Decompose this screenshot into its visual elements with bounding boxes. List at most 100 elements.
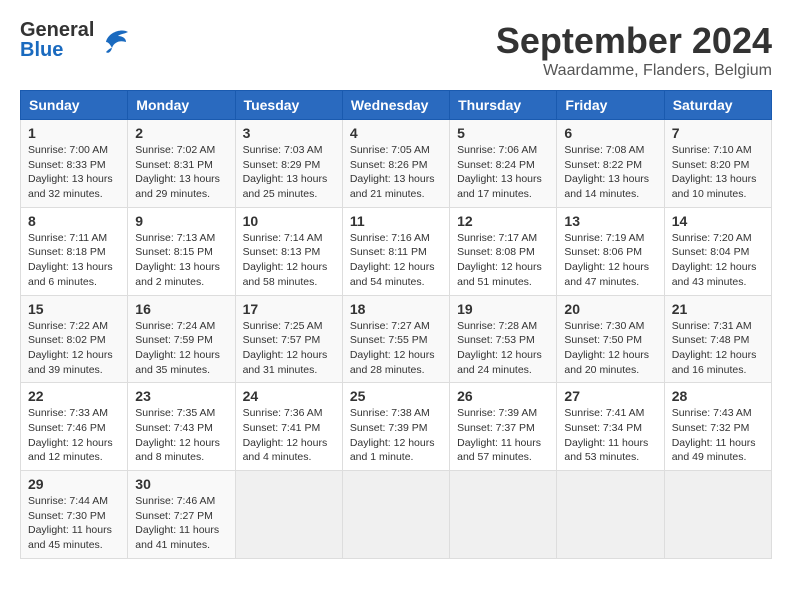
day-info: Sunrise: 7:33 AM Sunset: 7:46 PM Dayligh…	[28, 406, 120, 465]
sunrise-label: Sunrise: 7:28 AM	[457, 320, 537, 332]
day-info: Sunrise: 7:30 AM Sunset: 7:50 PM Dayligh…	[564, 319, 656, 378]
calendar-header-row: Sunday Monday Tuesday Wednesday Thursday…	[21, 91, 772, 120]
day-number: 5	[457, 125, 549, 141]
day-info: Sunrise: 7:46 AM Sunset: 7:27 PM Dayligh…	[135, 494, 227, 553]
day-number: 25	[350, 388, 442, 404]
sunset-label: Sunset: 7:41 PM	[243, 422, 321, 434]
sunrise-label: Sunrise: 7:35 AM	[135, 407, 215, 419]
table-row: 12 Sunrise: 7:17 AM Sunset: 8:08 PM Dayl…	[450, 207, 557, 295]
daylight-label: Daylight: 13 hours and 10 minutes.	[672, 173, 757, 200]
table-row: 23 Sunrise: 7:35 AM Sunset: 7:43 PM Dayl…	[128, 383, 235, 471]
sunset-label: Sunset: 8:20 PM	[672, 159, 750, 171]
table-row: 10 Sunrise: 7:14 AM Sunset: 8:13 PM Dayl…	[235, 207, 342, 295]
day-info: Sunrise: 7:06 AM Sunset: 8:24 PM Dayligh…	[457, 143, 549, 202]
day-info: Sunrise: 7:31 AM Sunset: 7:48 PM Dayligh…	[672, 319, 764, 378]
sunset-label: Sunset: 7:53 PM	[457, 334, 535, 346]
daylight-label: Daylight: 11 hours and 45 minutes.	[28, 524, 112, 551]
calendar-week-row: 1 Sunrise: 7:00 AM Sunset: 8:33 PM Dayli…	[21, 120, 772, 208]
day-info: Sunrise: 7:39 AM Sunset: 7:37 PM Dayligh…	[457, 406, 549, 465]
day-number: 29	[28, 476, 120, 492]
day-info: Sunrise: 7:10 AM Sunset: 8:20 PM Dayligh…	[672, 143, 764, 202]
daylight-label: Daylight: 13 hours and 32 minutes.	[28, 173, 113, 200]
table-row: 1 Sunrise: 7:00 AM Sunset: 8:33 PM Dayli…	[21, 120, 128, 208]
day-info: Sunrise: 7:03 AM Sunset: 8:29 PM Dayligh…	[243, 143, 335, 202]
table-row: 2 Sunrise: 7:02 AM Sunset: 8:31 PM Dayli…	[128, 120, 235, 208]
table-row: 27 Sunrise: 7:41 AM Sunset: 7:34 PM Dayl…	[557, 383, 664, 471]
day-number: 30	[135, 476, 227, 492]
day-info: Sunrise: 7:25 AM Sunset: 7:57 PM Dayligh…	[243, 319, 335, 378]
table-row: 13 Sunrise: 7:19 AM Sunset: 8:06 PM Dayl…	[557, 207, 664, 295]
table-row: 19 Sunrise: 7:28 AM Sunset: 7:53 PM Dayl…	[450, 295, 557, 383]
daylight-label: Daylight: 12 hours and 43 minutes.	[672, 261, 757, 288]
day-number: 2	[135, 125, 227, 141]
day-info: Sunrise: 7:19 AM Sunset: 8:06 PM Dayligh…	[564, 231, 656, 290]
day-info: Sunrise: 7:38 AM Sunset: 7:39 PM Dayligh…	[350, 406, 442, 465]
day-number: 12	[457, 213, 549, 229]
sunrise-label: Sunrise: 7:36 AM	[243, 407, 323, 419]
day-number: 15	[28, 301, 120, 317]
header-thursday: Thursday	[450, 91, 557, 120]
sunset-label: Sunset: 8:26 PM	[350, 159, 428, 171]
sunrise-label: Sunrise: 7:14 AM	[243, 232, 323, 244]
sunset-label: Sunset: 8:31 PM	[135, 159, 213, 171]
sunset-label: Sunset: 7:43 PM	[135, 422, 213, 434]
day-info: Sunrise: 7:24 AM Sunset: 7:59 PM Dayligh…	[135, 319, 227, 378]
sunrise-label: Sunrise: 7:05 AM	[350, 144, 430, 156]
daylight-label: Daylight: 12 hours and 16 minutes.	[672, 349, 757, 376]
sunrise-label: Sunrise: 7:43 AM	[672, 407, 752, 419]
daylight-label: Daylight: 12 hours and 1 minute.	[350, 437, 435, 464]
sunrise-label: Sunrise: 7:39 AM	[457, 407, 537, 419]
day-number: 9	[135, 213, 227, 229]
table-row: 21 Sunrise: 7:31 AM Sunset: 7:48 PM Dayl…	[664, 295, 771, 383]
day-number: 26	[457, 388, 549, 404]
bird-icon	[98, 22, 134, 58]
sunset-label: Sunset: 7:46 PM	[28, 422, 106, 434]
table-row: 9 Sunrise: 7:13 AM Sunset: 8:15 PM Dayli…	[128, 207, 235, 295]
table-row: 18 Sunrise: 7:27 AM Sunset: 7:55 PM Dayl…	[342, 295, 449, 383]
day-number: 19	[457, 301, 549, 317]
sunset-label: Sunset: 8:06 PM	[564, 246, 642, 258]
day-info: Sunrise: 7:20 AM Sunset: 8:04 PM Dayligh…	[672, 231, 764, 290]
day-info: Sunrise: 7:17 AM Sunset: 8:08 PM Dayligh…	[457, 231, 549, 290]
daylight-label: Daylight: 11 hours and 57 minutes.	[457, 437, 541, 464]
sunset-label: Sunset: 8:02 PM	[28, 334, 106, 346]
day-number: 16	[135, 301, 227, 317]
sunset-label: Sunset: 8:29 PM	[243, 159, 321, 171]
daylight-label: Daylight: 13 hours and 21 minutes.	[350, 173, 435, 200]
table-row: 17 Sunrise: 7:25 AM Sunset: 7:57 PM Dayl…	[235, 295, 342, 383]
daylight-label: Daylight: 13 hours and 17 minutes.	[457, 173, 542, 200]
sunrise-label: Sunrise: 7:11 AM	[28, 232, 107, 244]
sunset-label: Sunset: 7:32 PM	[672, 422, 750, 434]
sunset-label: Sunset: 7:50 PM	[564, 334, 642, 346]
table-row: 6 Sunrise: 7:08 AM Sunset: 8:22 PM Dayli…	[557, 120, 664, 208]
sunset-label: Sunset: 7:55 PM	[350, 334, 428, 346]
sunset-label: Sunset: 8:15 PM	[135, 246, 213, 258]
sunset-label: Sunset: 7:39 PM	[350, 422, 428, 434]
day-number: 3	[243, 125, 335, 141]
day-number: 23	[135, 388, 227, 404]
sunrise-label: Sunrise: 7:27 AM	[350, 320, 430, 332]
daylight-label: Daylight: 12 hours and 31 minutes.	[243, 349, 328, 376]
day-info: Sunrise: 7:14 AM Sunset: 8:13 PM Dayligh…	[243, 231, 335, 290]
table-row: 7 Sunrise: 7:10 AM Sunset: 8:20 PM Dayli…	[664, 120, 771, 208]
table-row: 20 Sunrise: 7:30 AM Sunset: 7:50 PM Dayl…	[557, 295, 664, 383]
sunrise-label: Sunrise: 7:33 AM	[28, 407, 108, 419]
day-number: 11	[350, 213, 442, 229]
daylight-label: Daylight: 13 hours and 14 minutes.	[564, 173, 649, 200]
day-info: Sunrise: 7:44 AM Sunset: 7:30 PM Dayligh…	[28, 494, 120, 553]
header-sunday: Sunday	[21, 91, 128, 120]
sunset-label: Sunset: 7:48 PM	[672, 334, 750, 346]
day-info: Sunrise: 7:11 AM Sunset: 8:18 PM Dayligh…	[28, 231, 120, 290]
header-monday: Monday	[128, 91, 235, 120]
daylight-label: Daylight: 12 hours and 35 minutes.	[135, 349, 220, 376]
table-row	[450, 471, 557, 559]
title-block: September 2024 Waardamme, Flanders, Belg…	[496, 20, 772, 80]
daylight-label: Daylight: 11 hours and 53 minutes.	[564, 437, 648, 464]
day-info: Sunrise: 7:16 AM Sunset: 8:11 PM Dayligh…	[350, 231, 442, 290]
sunset-label: Sunset: 8:04 PM	[672, 246, 750, 258]
sunrise-label: Sunrise: 7:10 AM	[672, 144, 752, 156]
sunrise-label: Sunrise: 7:22 AM	[28, 320, 108, 332]
daylight-label: Daylight: 12 hours and 39 minutes.	[28, 349, 113, 376]
table-row	[664, 471, 771, 559]
table-row: 14 Sunrise: 7:20 AM Sunset: 8:04 PM Dayl…	[664, 207, 771, 295]
